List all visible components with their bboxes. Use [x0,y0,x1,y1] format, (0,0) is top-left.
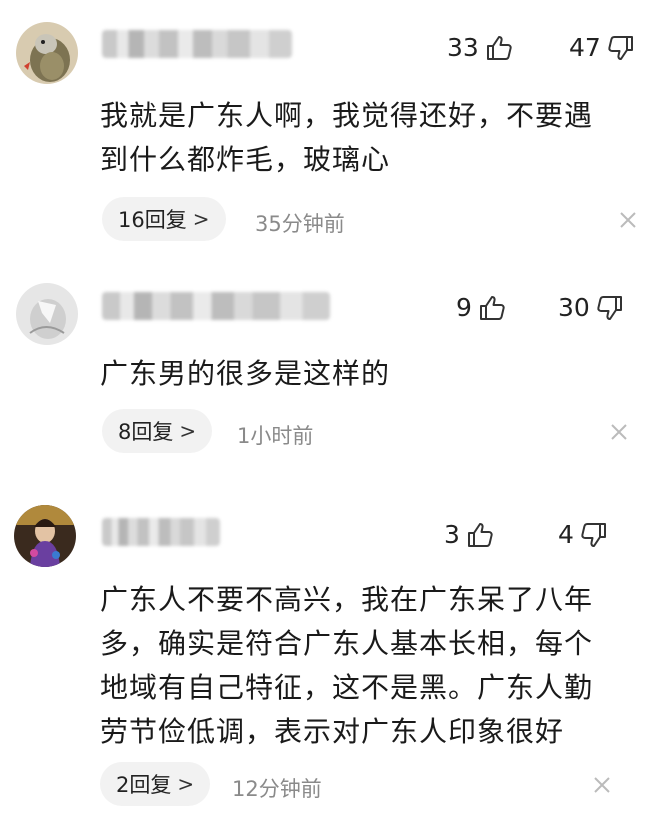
comment-text-line: 广东人不要不高兴，我在广东呆了八年 [100,583,594,616]
replies-button[interactable]: 2回复 > [100,762,211,806]
avatar[interactable] [14,505,76,567]
dislike-count: 4 [558,520,574,549]
dislike-button[interactable]: 4 [558,520,608,549]
thumbs-down-icon [581,522,606,547]
close-icon[interactable] [590,773,614,797]
like-button[interactable]: 3 [444,520,494,549]
replies-label: 2回复 [116,773,172,797]
chevron-right-icon: > [177,772,195,796]
comment-text-line: 劳节俭低调，表示对广东人印象很好 [100,715,565,748]
username-blurred[interactable] [102,518,220,546]
comment-item: 3 4 广东人不要不高兴，我在广东呆了八年 多，确实是符合广东人基本长相，每个 … [0,0,671,822]
like-count: 3 [444,520,460,549]
comment-text-line: 地域有自己特征，这不是黑。广东人勤 [100,671,594,704]
comment-text: 广东人不要不高兴，我在广东呆了八年 多，确实是符合广东人基本长相，每个 地域有自… [100,578,593,754]
comment-time: 12分钟前 [232,777,322,801]
comment-text-line: 多，确实是符合广东人基本长相，每个 [100,627,594,660]
thumbs-up-icon [467,522,493,547]
